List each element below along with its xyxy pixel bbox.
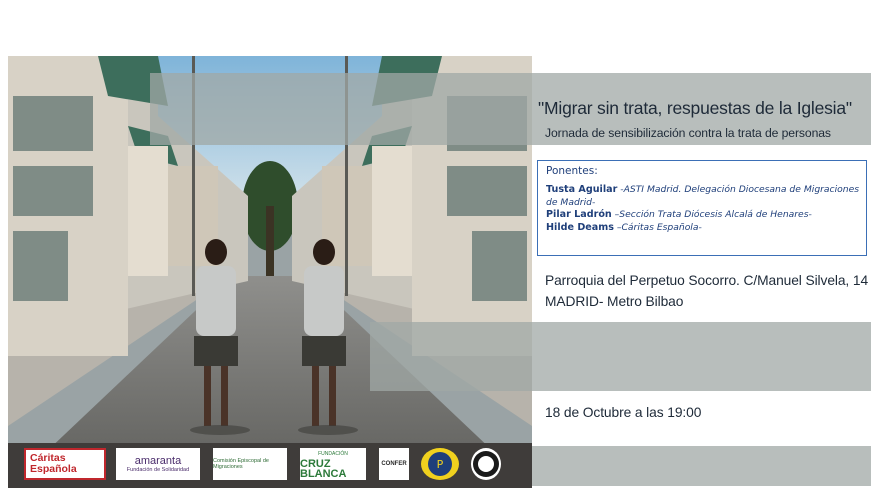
speaker-name: Pilar Ladrón: [546, 209, 612, 220]
venue-line-2: MADRID- Metro Bilbao: [545, 294, 684, 309]
svg-text:P: P: [437, 458, 444, 471]
venue-line-1: Parroquia del Perpetuo Socorro. C/Manuel…: [545, 273, 869, 288]
speaker-item: Hilde Deams –Cáritas Española-: [546, 222, 860, 235]
p4-emblem-icon: P: [421, 448, 459, 480]
overlay-band-bottom: [532, 446, 871, 486]
speaker-name: Hilde Deams: [546, 221, 614, 233]
venue-address: Parroquia del Perpetuo Socorro. C/Manuel…: [545, 270, 868, 312]
cruz-blanca-logo: FUNDACIÓN CRUZ BLANCA: [300, 448, 366, 480]
overlay-band-middle: [370, 322, 871, 391]
caritas-logo: Cáritas Española: [24, 448, 106, 480]
speakers-header: Ponentes:: [546, 165, 598, 177]
event-datetime: 18 de Octubre a las 19:00: [545, 405, 702, 420]
santa-marta-seal-icon: [471, 448, 501, 480]
comision-migraciones-logo: Comisión Episcopal de Migraciones: [213, 448, 287, 480]
speaker-name: Tusta Aguilar: [546, 184, 618, 195]
speaker-affiliation: –Cáritas Española-: [613, 221, 702, 233]
event-title: "Migrar sin trata, respuestas de la Igle…: [538, 98, 852, 118]
speaker-affiliation: –Sección Trata Diócesis Alcalá de Henare…: [611, 209, 812, 220]
speaker-item: Pilar Ladrón –Sección Trata Diócesis Alc…: [546, 209, 860, 222]
confer-logo: CONFER: [379, 448, 409, 480]
amaranta-logo: amaranta Fundación de Solidaridad: [116, 448, 200, 480]
event-subtitle: Jornada de sensibilización contra la tra…: [545, 126, 831, 140]
speakers-box: Ponentes: Tusta Aguilar -ASTI Madrid. De…: [537, 160, 867, 256]
speaker-item: Tusta Aguilar -ASTI Madrid. Delegación D…: [546, 184, 860, 209]
sponsor-logo-strip: Cáritas Española amaranta Fundación de S…: [8, 443, 532, 488]
